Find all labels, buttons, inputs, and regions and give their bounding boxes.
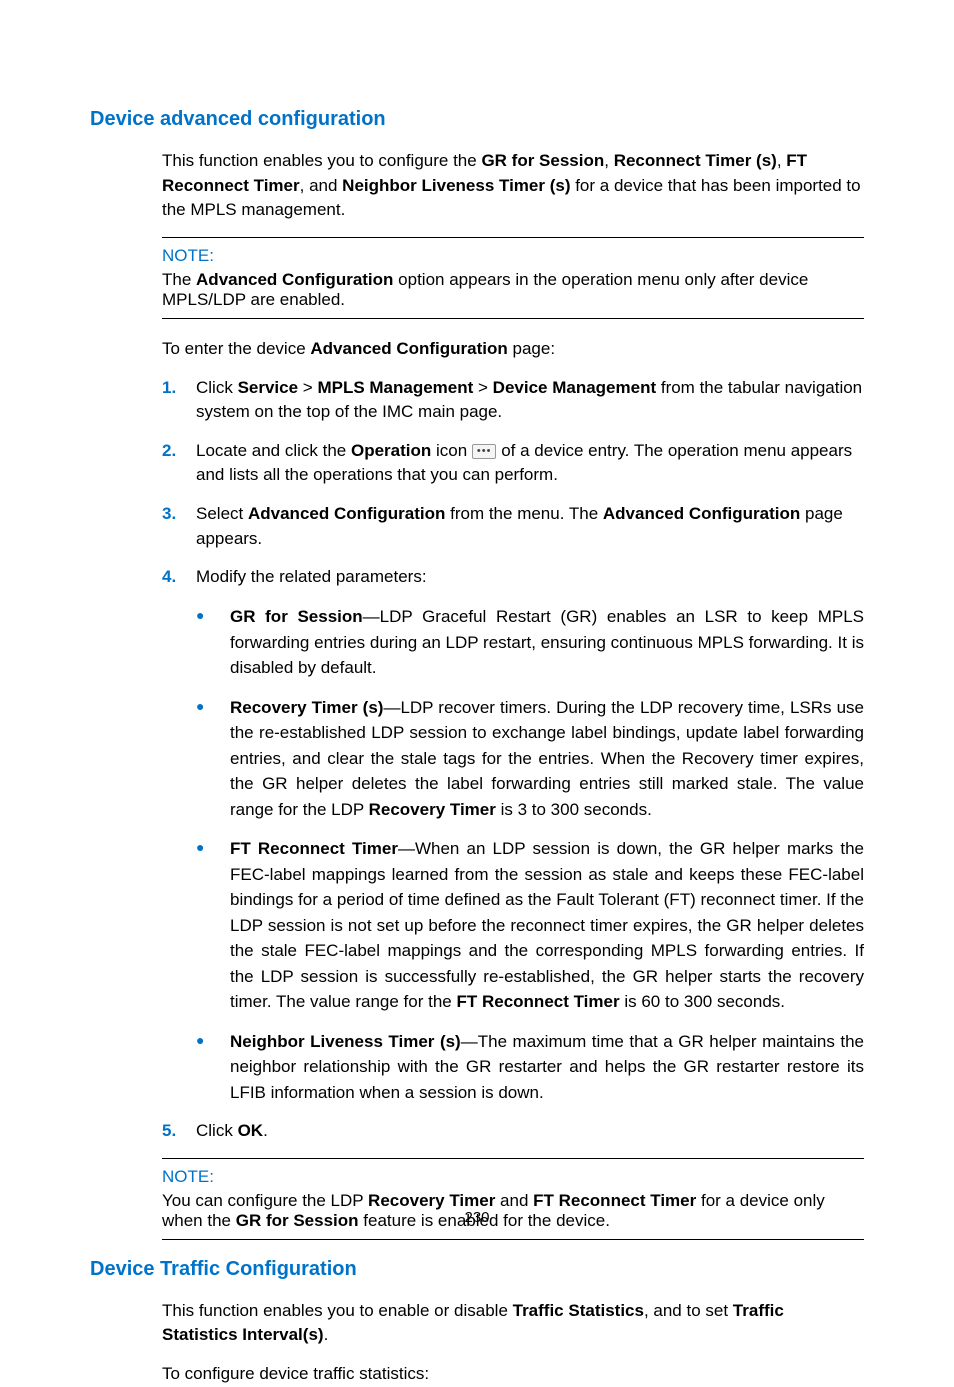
- text: icon: [431, 441, 472, 460]
- bold-ok: OK: [238, 1121, 264, 1140]
- bold-mpls-management: MPLS Management: [317, 378, 473, 397]
- step-1: 1. Click Service > MPLS Management > Dev…: [162, 376, 864, 425]
- step-text: Locate and click the Operation icon ••• …: [196, 439, 864, 488]
- bullet-neighbor-liveness: ● Neighbor Liveness Timer (s)—The maximu…: [196, 1029, 864, 1106]
- text: —When an LDP session is down, the GR hel…: [230, 839, 864, 1011]
- bold-ft-reconnect-timer: FT Reconnect Timer: [230, 839, 398, 858]
- bold-neighbor-liveness: Neighbor Liveness Timer (s): [342, 176, 570, 195]
- text: and: [495, 1191, 533, 1210]
- text: To enter the device: [162, 339, 310, 358]
- bold-gr-for-session: GR for Session: [481, 151, 604, 170]
- step-number: 3.: [162, 502, 196, 551]
- step-5: 5. Click OK.: [162, 1119, 864, 1144]
- step-text: Select Advanced Configuration from the m…: [196, 502, 864, 551]
- text: ,: [777, 151, 786, 170]
- step-number: 2.: [162, 439, 196, 488]
- text: This function enables you to configure t…: [162, 151, 481, 170]
- step-number: 5.: [162, 1119, 196, 1144]
- note-box-1: NOTE: The Advanced Configuration option …: [162, 237, 864, 319]
- text: You can configure the LDP: [162, 1191, 368, 1210]
- text: Click: [196, 1121, 238, 1140]
- bullet-text: Recovery Timer (s)—LDP recover timers. D…: [230, 695, 864, 823]
- bold-advanced-configuration: Advanced Configuration: [196, 270, 393, 289]
- bullet-text: GR for Session—LDP Graceful Restart (GR)…: [230, 604, 864, 681]
- text: , and: [300, 176, 343, 195]
- bold-advanced-configuration: Advanced Configuration: [310, 339, 507, 358]
- text: is 60 to 300 seconds.: [620, 992, 785, 1011]
- text: from the menu. The: [445, 504, 602, 523]
- step-text: Click Service > MPLS Management > Device…: [196, 376, 864, 425]
- section2-body: This function enables you to enable or d…: [162, 1299, 864, 1387]
- bold-neighbor-liveness: Neighbor Liveness Timer (s): [230, 1032, 461, 1051]
- text: is 3 to 300 seconds.: [496, 800, 652, 819]
- intro-paragraph: This function enables you to enable or d…: [162, 1299, 864, 1348]
- text: .: [324, 1325, 329, 1344]
- heading-device-advanced-config: Device advanced configuration: [90, 108, 864, 131]
- bullet-icon: ●: [196, 604, 230, 681]
- text: >: [298, 378, 317, 397]
- text: ,: [604, 151, 613, 170]
- bullet-icon: ●: [196, 1029, 230, 1106]
- parameter-bullets: ● GR for Session—LDP Graceful Restart (G…: [196, 604, 864, 1105]
- page-content: Device advanced configuration This funct…: [0, 0, 954, 1387]
- text: Locate and click the: [196, 441, 351, 460]
- note-label: NOTE:: [162, 1167, 864, 1187]
- step-4: 4. Modify the related parameters:: [162, 565, 864, 590]
- bold-recovery-timer: Recovery Timer: [369, 800, 496, 819]
- bullet-gr-for-session: ● GR for Session—LDP Graceful Restart (G…: [196, 604, 864, 681]
- text: Select: [196, 504, 248, 523]
- intro-paragraph: This function enables you to configure t…: [162, 149, 864, 223]
- bold-device-management: Device Management: [493, 378, 656, 397]
- heading-device-traffic-config: Device Traffic Configuration: [90, 1258, 864, 1281]
- bold-ft-reconnect-timer: FT Reconnect Timer: [533, 1191, 696, 1210]
- text: , and to set: [644, 1301, 733, 1320]
- step-number: 4.: [162, 565, 196, 590]
- steps-list-cont: 5. Click OK.: [162, 1119, 864, 1144]
- note-box-2: NOTE: You can configure the LDP Recovery…: [162, 1158, 864, 1240]
- text: Click: [196, 378, 238, 397]
- step-number: 1.: [162, 376, 196, 425]
- bold-traffic-statistics: Traffic Statistics: [513, 1301, 644, 1320]
- bold-advanced-configuration: Advanced Configuration: [603, 504, 800, 523]
- bullet-icon: ●: [196, 836, 230, 1015]
- operation-icon: •••: [472, 444, 497, 459]
- bold-service: Service: [238, 378, 299, 397]
- note-text: The Advanced Configuration option appear…: [162, 270, 864, 310]
- lead-in-paragraph: To enter the device Advanced Configurati…: [162, 337, 864, 362]
- bullet-ft-reconnect-timer: ● FT Reconnect Timer—When an LDP session…: [196, 836, 864, 1015]
- text: This function enables you to enable or d…: [162, 1301, 513, 1320]
- bullet-icon: ●: [196, 695, 230, 823]
- lead-in-paragraph: To configure device traffic statistics:: [162, 1362, 864, 1387]
- bold-recovery-timer: Recovery Timer (s): [230, 698, 383, 717]
- step-text: Modify the related parameters:: [196, 565, 864, 590]
- bold-reconnect-timer: Reconnect Timer (s): [614, 151, 777, 170]
- text: The: [162, 270, 196, 289]
- bullet-recovery-timer: ● Recovery Timer (s)—LDP recover timers.…: [196, 695, 864, 823]
- page-number: 230: [0, 1209, 954, 1226]
- text: page:: [508, 339, 555, 358]
- bold-operation: Operation: [351, 441, 431, 460]
- steps-list: 1. Click Service > MPLS Management > Dev…: [162, 376, 864, 590]
- bold-advanced-configuration: Advanced Configuration: [248, 504, 445, 523]
- section1-body: This function enables you to configure t…: [162, 149, 864, 1240]
- bullet-text: FT Reconnect Timer—When an LDP session i…: [230, 836, 864, 1015]
- step-2: 2. Locate and click the Operation icon •…: [162, 439, 864, 488]
- bold-recovery-timer: Recovery Timer: [368, 1191, 495, 1210]
- note-label: NOTE:: [162, 246, 864, 266]
- bold-ft-reconnect-timer: FT Reconnect Timer: [456, 992, 619, 1011]
- step-3: 3. Select Advanced Configuration from th…: [162, 502, 864, 551]
- bullet-text: Neighbor Liveness Timer (s)—The maximum …: [230, 1029, 864, 1106]
- text: .: [263, 1121, 268, 1140]
- step-text: Click OK.: [196, 1119, 864, 1144]
- bold-gr-for-session: GR for Session: [230, 607, 363, 626]
- text: >: [473, 378, 492, 397]
